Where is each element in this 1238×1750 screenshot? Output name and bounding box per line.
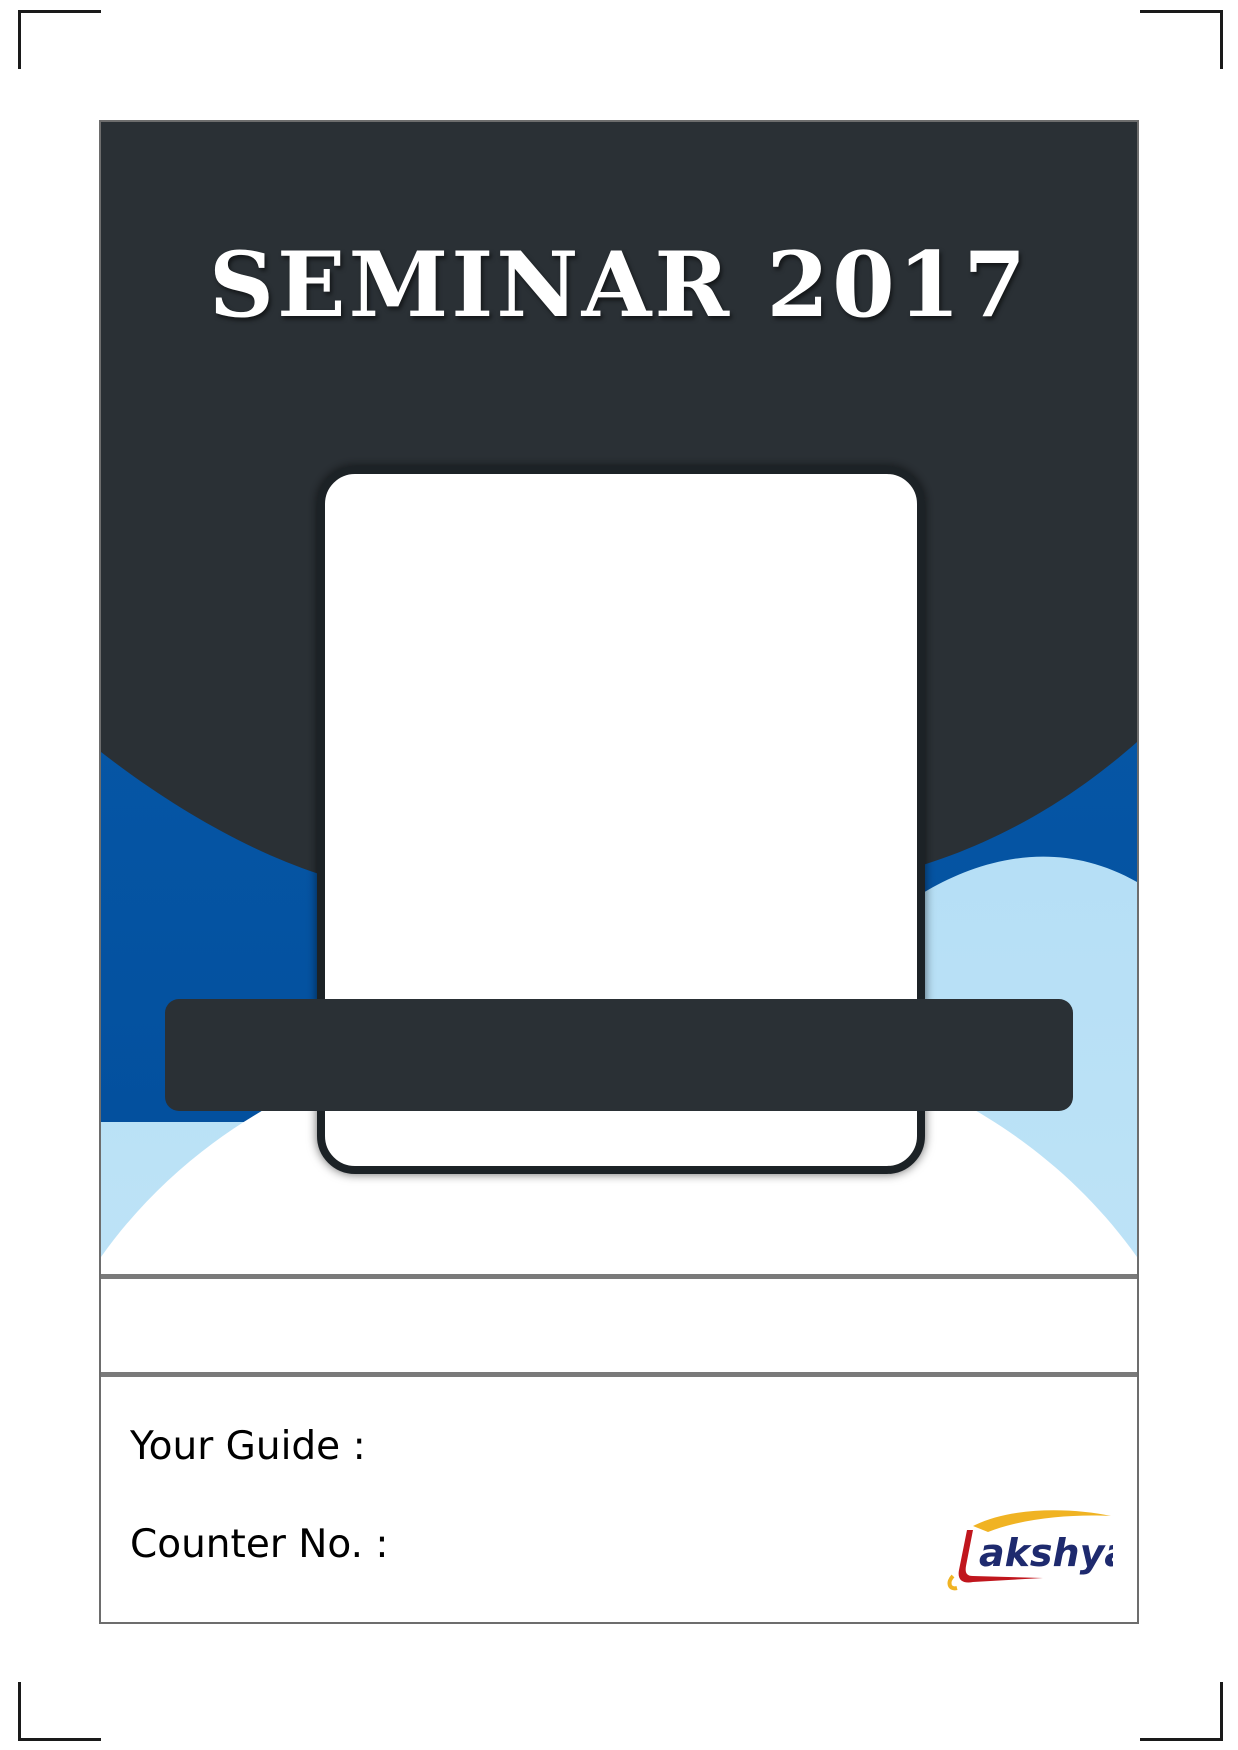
crop-mark-bottom-right [1140,1682,1223,1741]
lakshya-logo-icon: akshya [947,1510,1113,1591]
seminar-card: SEMINAR 2017 Your Guide : Counter No. : … [99,120,1139,1624]
crop-mark-top-left [18,10,101,69]
info-divider-bottom [101,1372,1137,1377]
card-artwork [101,122,1137,1622]
guide-label: Your Guide : [130,1424,366,1469]
name-banner [165,999,1073,1111]
seminar-title: SEMINAR 2017 [208,232,1030,338]
crop-mark-top-right [1140,10,1223,69]
logo-wordmark: akshya [979,1531,1113,1575]
counter-label: Counter No. : [130,1522,389,1567]
crop-mark-bottom-left [18,1682,101,1741]
info-divider-top [101,1274,1137,1279]
